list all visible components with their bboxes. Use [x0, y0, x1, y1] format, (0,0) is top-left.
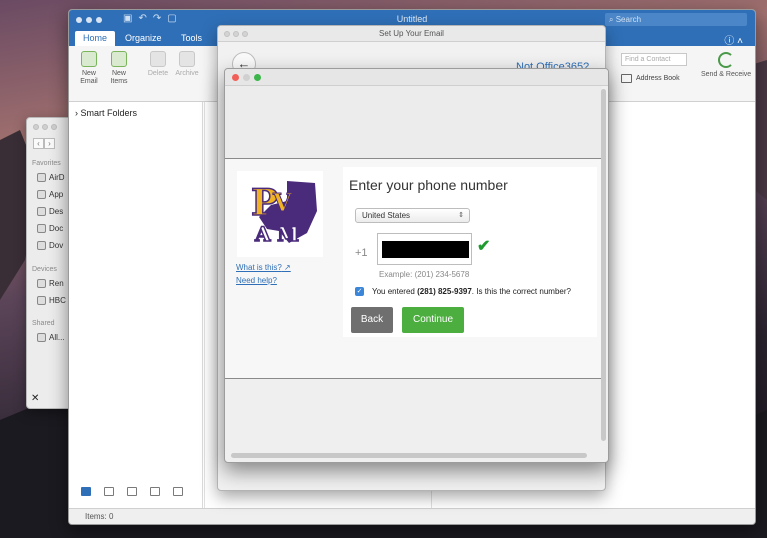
finder-section-favorites: Favorites	[32, 160, 61, 167]
finder-section-shared: Shared	[32, 320, 55, 327]
status-bar: Items: 0	[69, 508, 755, 524]
finder-item-device-1[interactable]: Ren	[37, 279, 64, 288]
phone-number-field[interactable]	[377, 233, 472, 265]
country-select[interactable]: United States ⇕	[355, 208, 470, 223]
finder-nav: ‹ ›	[33, 138, 55, 149]
applications-icon	[37, 190, 46, 199]
finder-item-desktop[interactable]: Des	[37, 207, 63, 216]
setup-titlebar: Set Up Your Email	[218, 26, 605, 42]
dialog-header-area	[225, 86, 602, 159]
disk-icon	[37, 279, 46, 288]
tasks-icon[interactable]	[150, 487, 160, 496]
confirm-number-row: ✓ You entered (281) 825-9397. Is this th…	[355, 287, 571, 296]
zoom-button[interactable]	[254, 74, 261, 81]
finder-section-devices: Devices	[32, 266, 57, 273]
phone-verification-dialog: P V A M What is this? ↗ Need help? Enter…	[224, 68, 609, 463]
sync-icon	[718, 52, 735, 68]
disk-icon	[37, 296, 46, 305]
close-icon[interactable]: ✕	[31, 393, 39, 404]
outlook-sidebar: › Smart Folders	[69, 102, 203, 510]
search-input[interactable]: ⌕ Search	[605, 13, 747, 26]
new-items-button[interactable]: New Items	[107, 51, 131, 86]
finder-item-shared-all[interactable]: All...	[37, 333, 65, 342]
dialog-traffic-lights	[232, 74, 261, 81]
finder-item-device-2[interactable]: HBC	[37, 296, 66, 305]
what-is-this-link[interactable]: What is this? ↗	[236, 263, 291, 272]
network-icon	[37, 333, 46, 342]
help-icon[interactable]: ⓘ ˄	[724, 32, 743, 47]
redacted-phone-number	[382, 241, 469, 258]
svg-text:A: A	[254, 222, 271, 246]
tab-tools[interactable]: Tools	[173, 31, 210, 46]
airdrop-icon	[37, 173, 46, 182]
delete-button[interactable]: Delete	[145, 51, 171, 78]
downloads-icon	[37, 241, 46, 250]
close-button[interactable]	[232, 74, 239, 81]
minimize-button[interactable]	[243, 74, 250, 81]
checkmark-icon: ✔	[477, 238, 491, 255]
archive-button[interactable]: Archive	[173, 51, 201, 78]
archive-icon	[179, 51, 195, 67]
finder-item-airdrop[interactable]: AirD	[37, 173, 65, 182]
finder-item-downloads[interactable]: Dov	[37, 241, 63, 250]
svg-text:V: V	[272, 188, 292, 217]
need-help-link[interactable]: Need help?	[236, 276, 277, 285]
chevron-updown-icon: ⇕	[458, 212, 464, 219]
search-icon: ⌕	[609, 15, 616, 24]
notes-icon[interactable]	[173, 487, 183, 496]
send-receive-button[interactable]: Send & Receive	[701, 52, 751, 79]
tab-home[interactable]: Home	[75, 31, 116, 46]
pvamu-logo: P V A M	[237, 171, 323, 257]
divider	[204, 102, 205, 510]
confirm-checkbox[interactable]: ✓	[355, 287, 364, 296]
back-button[interactable]: Back	[351, 307, 393, 333]
address-book-icon	[621, 74, 632, 83]
svg-text:M: M	[277, 222, 299, 246]
people-icon[interactable]	[127, 487, 137, 496]
documents-icon	[37, 224, 46, 233]
finder-item-applications[interactable]: App	[37, 190, 63, 199]
setup-window-title: Set Up Your Email	[379, 29, 444, 38]
back-icon[interactable]: ‹	[33, 138, 44, 149]
external-link-icon: ↗	[284, 263, 291, 272]
forward-icon[interactable]: ›	[44, 138, 55, 149]
horizontal-scrollbar[interactable]	[231, 453, 587, 458]
trash-icon	[150, 51, 166, 67]
address-book-button[interactable]: Address Book	[621, 74, 680, 83]
finder-traffic-lights	[33, 124, 57, 130]
dialog-titlebar	[225, 69, 608, 86]
continue-button[interactable]: Continue	[402, 307, 464, 333]
calendar-icon[interactable]	[104, 487, 114, 496]
tab-organize[interactable]: Organize	[117, 31, 170, 46]
country-code: +1	[355, 247, 368, 259]
confirm-label: You entered (281) 825-9397. Is this the …	[372, 287, 571, 296]
dialog-content-panel: P V A M What is this? ↗ Need help? Enter…	[225, 159, 602, 379]
find-contact-input[interactable]: Find a Contact	[621, 53, 687, 66]
vertical-scrollbar[interactable]	[601, 89, 606, 441]
desktop-icon	[37, 207, 46, 216]
new-email-icon	[81, 51, 97, 67]
phone-example: Example: (201) 234-5678	[379, 270, 470, 279]
page-title: Enter your phone number	[349, 177, 508, 193]
sidebar-item-smart-folders[interactable]: › Smart Folders	[75, 108, 137, 118]
mail-icon[interactable]	[81, 487, 91, 496]
new-items-icon	[111, 51, 127, 67]
pvamu-logo-icon: P V A M	[250, 181, 317, 247]
finder-item-documents[interactable]: Doc	[37, 224, 63, 233]
module-switcher	[81, 487, 183, 496]
new-email-button[interactable]: New Email	[77, 51, 101, 86]
